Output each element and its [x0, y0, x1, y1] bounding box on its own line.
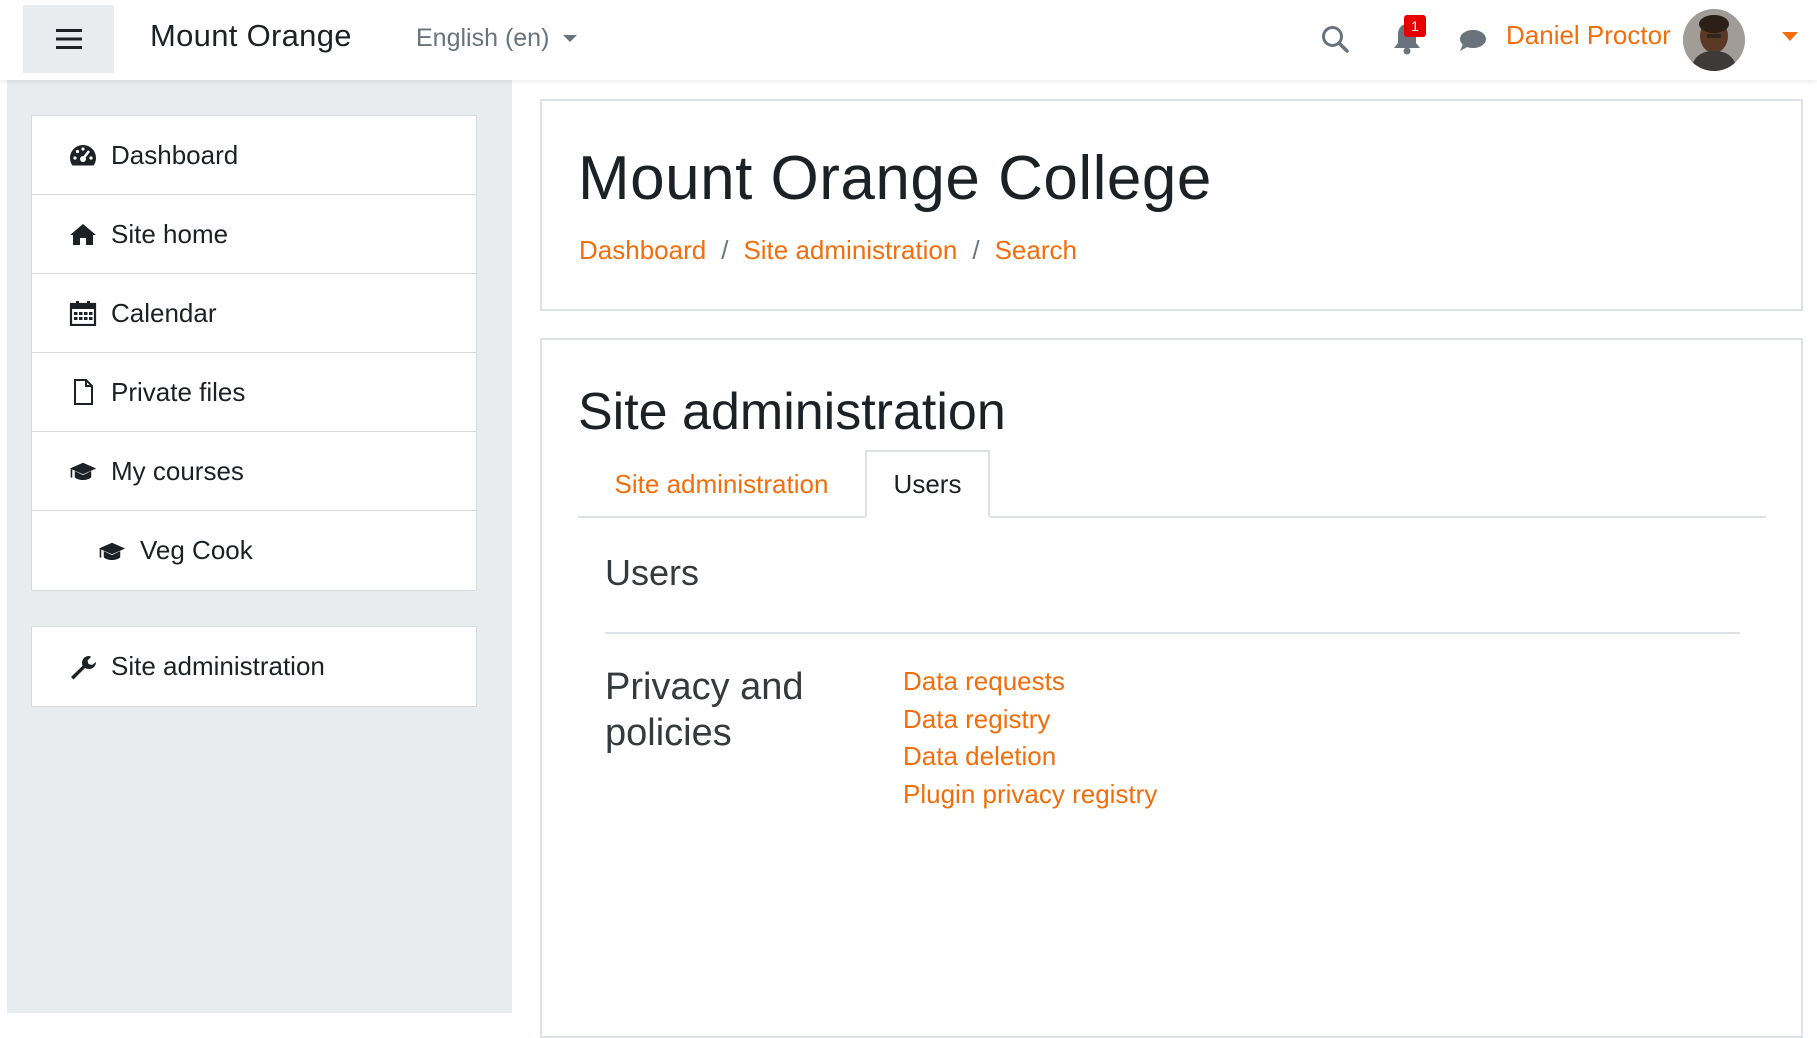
site-brand[interactable]: Mount Orange [150, 18, 352, 54]
graduation-cap-icon [69, 462, 97, 481]
home-icon [70, 224, 96, 245]
calendar-icon [69, 301, 97, 326]
sidebar-item-veg-cook[interactable]: Veg Cook [32, 511, 476, 590]
tab-users[interactable]: Users [865, 450, 990, 518]
data-deletion-link[interactable]: Data deletion [903, 738, 1157, 776]
user-name[interactable]: Daniel Proctor [1506, 20, 1671, 51]
breadcrumb-dashboard-link[interactable]: Dashboard [579, 235, 706, 266]
breadcrumb: Dashboard / Site administration / Search [579, 235, 1077, 266]
sidebar-item-label: Site home [111, 218, 229, 249]
breadcrumb-separator: / [721, 235, 729, 265]
sidebar-item-label: Dashboard [111, 139, 239, 170]
sidebar-item-dashboard[interactable]: Dashboard [32, 116, 476, 195]
page-header-card: Mount Orange College Dashboard / Site ad… [540, 99, 1803, 311]
plugin-privacy-registry-link[interactable]: Plugin privacy registry [903, 776, 1157, 814]
search-icon[interactable] [1320, 24, 1350, 54]
users-section-title: Users [605, 552, 700, 593]
sidebar-item-my-courses[interactable]: My courses [32, 432, 476, 511]
sidebar-item-calendar[interactable]: Calendar [32, 274, 476, 353]
language-label: English (en) [416, 24, 550, 52]
graduation-cap-icon [98, 542, 126, 560]
drawer-toggle-button[interactable] [23, 5, 114, 73]
breadcrumb-separator: / [972, 235, 980, 265]
dashboard-icon [70, 145, 96, 166]
notification-badge: 1 [1404, 15, 1426, 37]
top-navbar: Mount Orange English (en) 1 Daniel Proct… [0, 0, 1817, 80]
sidebar-item-label: Private files [111, 376, 246, 407]
section-heading: Site administration [578, 383, 1006, 441]
nav-drawer: Dashboard Site home Calendar Private fil… [7, 80, 512, 1013]
tab-site-administration[interactable]: Site administration [578, 450, 865, 518]
data-requests-link[interactable]: Data requests [903, 663, 1157, 701]
caret-down-icon [563, 35, 578, 42]
sidebar-item-label: Calendar [111, 297, 217, 328]
avatar[interactable] [1683, 9, 1745, 71]
breadcrumb-site-administration-link[interactable]: Site administration [743, 235, 957, 266]
sidebar-item-label: Site administration [111, 651, 325, 681]
divider [605, 632, 1740, 634]
main-content-card: Site administration Site administration … [540, 338, 1803, 1038]
chat-icon[interactable] [1457, 27, 1487, 53]
hamburger-icon [55, 29, 82, 49]
sidebar-item-label: Veg Cook [140, 535, 253, 565]
breadcrumb-search-link[interactable]: Search [995, 235, 1077, 266]
file-icon [74, 379, 93, 405]
category-links: Data requests Data registry Data deletio… [903, 663, 1157, 813]
page-title: Mount Orange College [578, 144, 1212, 213]
caret-down-icon[interactable] [1782, 32, 1798, 41]
admin-tabs: Site administration Users [578, 450, 1766, 518]
sidebar-item-private-files[interactable]: Private files [32, 353, 476, 432]
user-avatar-image [1683, 9, 1745, 71]
sidebar-item-site-home[interactable]: Site home [32, 195, 476, 274]
sidebar-item-site-administration[interactable]: Site administration [32, 627, 476, 706]
wrench-icon [71, 655, 96, 679]
nav-group-main: Dashboard Site home Calendar Private fil… [31, 115, 477, 591]
language-menu[interactable]: English (en) [416, 24, 578, 53]
sidebar-item-label: My courses [111, 455, 244, 486]
data-registry-link[interactable]: Data registry [903, 701, 1157, 739]
nav-group-admin: Site administration [31, 626, 477, 707]
category-label-privacy: Privacy and policies [605, 666, 804, 754]
